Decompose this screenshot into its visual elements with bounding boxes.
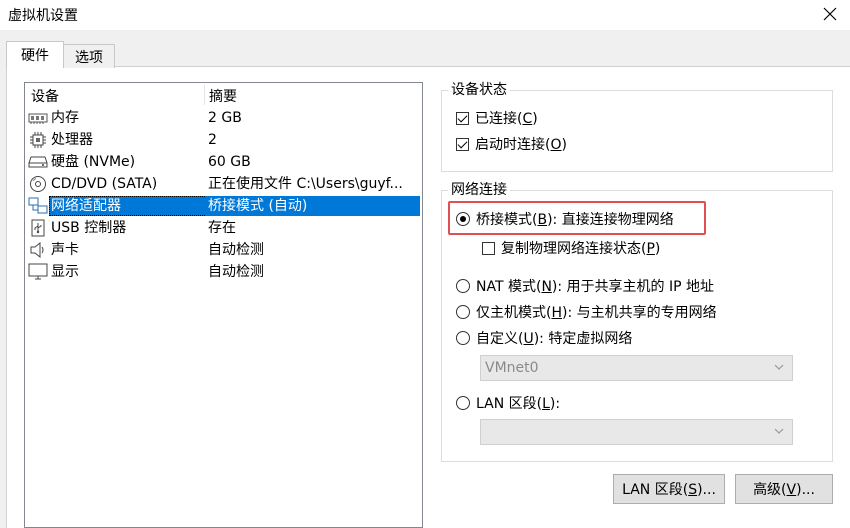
device-name: 声卡 — [51, 242, 79, 258]
network-connection-title: 网络连接 — [448, 182, 510, 198]
tab-hardware-label: 硬件 — [21, 47, 49, 64]
custom-radio-button[interactable] — [456, 331, 470, 345]
sound-icon — [28, 241, 48, 259]
column-separator[interactable] — [204, 85, 205, 105]
close-button[interactable] — [810, 0, 850, 28]
bridged-radio-button[interactable] — [456, 212, 470, 226]
advanced-button[interactable]: 高级(V)... — [735, 474, 833, 504]
host-only-label: 仅主机模式(H): 与主机共享的专用网络 — [476, 305, 717, 321]
lan-segment-label: LAN 区段(L): — [476, 396, 561, 412]
advanced-button-label: 高级(V)... — [753, 482, 815, 498]
cd-dvd-icon — [28, 175, 48, 193]
device-row-memory[interactable]: 内存 2 GB — [25, 107, 422, 129]
replicate-label: 复制物理网络连接状态(P) — [501, 241, 661, 257]
connected-checkbox[interactable]: 已连接(C) — [456, 108, 538, 128]
usb-icon — [28, 219, 48, 237]
close-icon — [823, 7, 837, 21]
host-only-radio-button[interactable] — [456, 305, 470, 319]
host-only-radio[interactable]: 仅主机模式(H): 与主机共享的专用网络 — [456, 302, 717, 322]
bridged-radio[interactable]: 桥接模式(B): 直接连接物理网络 — [456, 209, 674, 229]
lan-segment-radio-button[interactable] — [456, 396, 470, 410]
device-summary: 自动检测 — [208, 264, 264, 280]
device-row-usb[interactable]: USB 控制器 存在 — [25, 217, 422, 239]
custom-network-value: VMnet0 — [485, 360, 539, 376]
chevron-down-icon — [774, 428, 784, 434]
network-adapter-icon — [28, 197, 48, 215]
device-status-group — [441, 90, 833, 172]
connected-check-box[interactable] — [456, 111, 469, 125]
lan-segment-radio[interactable]: LAN 区段(L): — [456, 393, 560, 413]
tab-options[interactable]: 选项 — [63, 44, 115, 68]
device-row-sound[interactable]: 声卡 自动检测 — [25, 239, 422, 261]
display-icon — [28, 263, 48, 281]
device-name: 显示 — [51, 264, 79, 280]
device-name: 硬盘 (NVMe) — [51, 154, 136, 170]
device-row-display[interactable]: 显示 自动检测 — [25, 261, 422, 283]
replicate-check-box[interactable] — [482, 241, 495, 255]
memory-icon — [28, 109, 48, 127]
device-list[interactable]: 设备 摘要 内存 2 GB 处理器 2 硬盘 (NVMe) 60 GB CD/D… — [24, 82, 423, 528]
lan-segments-button[interactable]: LAN 区段(S)... — [613, 474, 725, 504]
device-name: 处理器 — [51, 132, 93, 148]
device-status-title: 设备状态 — [448, 82, 510, 98]
nat-radio-button[interactable] — [456, 279, 470, 293]
processor-icon — [28, 131, 48, 149]
bridged-label: 桥接模式(B): 直接连接物理网络 — [476, 212, 674, 228]
replicate-state-checkbox[interactable]: 复制物理网络连接状态(P) — [482, 238, 660, 258]
device-row-network-adapter[interactable]: 网络适配器 桥接模式 (自动) — [25, 195, 422, 217]
nat-label: NAT 模式(N): 用于共享主机的 IP 地址 — [476, 279, 715, 295]
connected-label: 已连接(C) — [475, 111, 538, 127]
device-summary: 正在使用文件 C:\Users\guyf... — [208, 176, 403, 192]
device-summary: 桥接模式 (自动) — [205, 196, 420, 216]
device-name: 网络适配器 — [49, 196, 209, 216]
custom-network-select[interactable]: VMnet0 — [480, 355, 793, 381]
harddisk-icon — [28, 153, 48, 171]
column-header-summary[interactable]: 摘要 — [209, 86, 237, 106]
device-row-harddisk[interactable]: 硬盘 (NVMe) 60 GB — [25, 151, 422, 173]
device-summary: 2 — [208, 132, 217, 148]
tab-hardware[interactable]: 硬件 — [6, 41, 64, 67]
list-header: 设备 摘要 — [25, 83, 422, 107]
device-name: USB 控制器 — [51, 220, 127, 236]
connect-on-start-label: 启动时连接(O) — [475, 137, 567, 153]
chevron-down-icon — [774, 364, 784, 370]
device-row-cd-dvd[interactable]: CD/DVD (SATA) 正在使用文件 C:\Users\guyf... — [25, 173, 422, 195]
lan-segment-select[interactable] — [480, 419, 793, 445]
custom-radio[interactable]: 自定义(U): 特定虚拟网络 — [456, 328, 632, 348]
device-summary: 存在 — [208, 220, 236, 236]
custom-label: 自定义(U): 特定虚拟网络 — [476, 331, 633, 347]
column-header-device[interactable]: 设备 — [31, 86, 59, 106]
device-summary: 自动检测 — [208, 242, 264, 258]
connect-on-start-check-box[interactable] — [456, 137, 469, 151]
device-summary: 2 GB — [208, 110, 242, 126]
device-name: CD/DVD (SATA) — [51, 176, 158, 192]
connect-on-start-checkbox[interactable]: 启动时连接(O) — [456, 134, 567, 154]
device-row-processor[interactable]: 处理器 2 — [25, 129, 422, 151]
tab-options-label: 选项 — [75, 49, 103, 66]
lan-segments-button-label: LAN 区段(S)... — [622, 482, 716, 498]
device-summary: 60 GB — [208, 154, 251, 170]
window-title: 虚拟机设置 — [8, 8, 78, 24]
title-bar: 虚拟机设置 — [0, 0, 850, 30]
nat-radio[interactable]: NAT 模式(N): 用于共享主机的 IP 地址 — [456, 276, 714, 296]
device-name: 内存 — [51, 110, 79, 126]
